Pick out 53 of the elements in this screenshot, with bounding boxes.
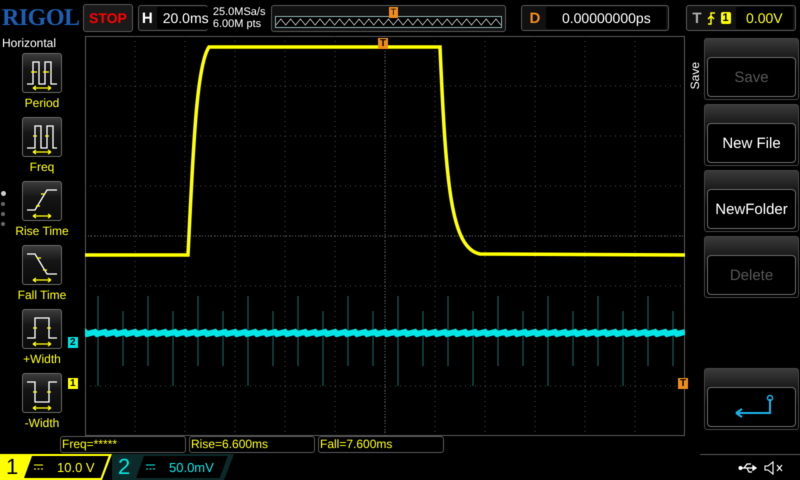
- memory-depth: 6.00M pts: [212, 18, 262, 30]
- delay-box[interactable]: D 0.00000000ps: [520, 5, 670, 31]
- measure-button[interactable]: [22, 309, 62, 349]
- page-dot[interactable]: [1, 191, 6, 196]
- measure-label: Rise Time: [15, 224, 69, 238]
- measurement-readout: Fall=7.600ms: [318, 436, 444, 453]
- back-button[interactable]: [707, 387, 796, 427]
- measure-label: Fall Time: [18, 288, 66, 302]
- delay-value: 0.00000000ps: [546, 7, 666, 29]
- delay-label: D: [530, 10, 540, 26]
- dc-coupling-icon: [34, 464, 43, 470]
- timebase-label: H: [142, 10, 153, 26]
- measure-button[interactable]: [22, 245, 62, 285]
- dc-coupling-icon: [146, 464, 155, 470]
- page-dot[interactable]: [1, 212, 5, 216]
- measure-label: Freq: [30, 160, 54, 174]
- measure-label: -Width: [24, 416, 60, 430]
- channel-1-marker: 1: [68, 378, 78, 389]
- trigger-label: T: [692, 10, 702, 26]
- channel-2-marker: 2: [68, 337, 78, 348]
- channel-number: 1: [6, 454, 20, 480]
- measure-button[interactable]: [22, 373, 62, 413]
- brand-logo: RIGOL: [2, 4, 78, 32]
- measurement-readout: Rise=6.600ms: [189, 436, 315, 453]
- trigger-box[interactable]: T 1 0.00V: [686, 5, 796, 31]
- menu-title: Horizontal: [1, 36, 56, 50]
- channel-scale: 10.0 V: [24, 456, 109, 478]
- measure-label: Period: [24, 96, 60, 110]
- menu-button[interactable]: NewFolder: [707, 189, 796, 229]
- channel-number: 2: [118, 454, 132, 480]
- page-dot[interactable]: [1, 222, 5, 226]
- trigger-source: 1: [720, 12, 731, 24]
- channel-tab[interactable]: 1 10.0 V: [0, 454, 112, 480]
- channel-scale: 50.0mV: [136, 456, 228, 478]
- trigger-position-marker: T: [378, 38, 388, 49]
- speaker-muted-icon: [764, 460, 784, 474]
- measure-label: +Width: [23, 352, 61, 366]
- measure-button[interactable]: [22, 117, 62, 157]
- menu-button[interactable]: New File: [707, 123, 796, 163]
- sample-rate: 25.0MSa/s: [212, 6, 266, 18]
- trigger-level-marker: T: [678, 378, 688, 389]
- menu-title: Save: [688, 62, 702, 90]
- measure-button[interactable]: [22, 181, 62, 221]
- waveform-overview-icon: [274, 16, 502, 28]
- rising-edge-icon: [706, 12, 716, 24]
- usb-icon: [738, 462, 758, 472]
- page-dot[interactable]: [1, 202, 5, 206]
- run-stop-status[interactable]: STOP: [83, 4, 133, 32]
- measure-button[interactable]: [22, 53, 62, 93]
- trigger-level: 0.00V: [736, 7, 793, 29]
- channel-tab[interactable]: 2 50.0mV: [112, 454, 234, 480]
- measurement-readout: Freq=*****: [60, 436, 186, 453]
- trigger-position-marker: T: [388, 6, 398, 18]
